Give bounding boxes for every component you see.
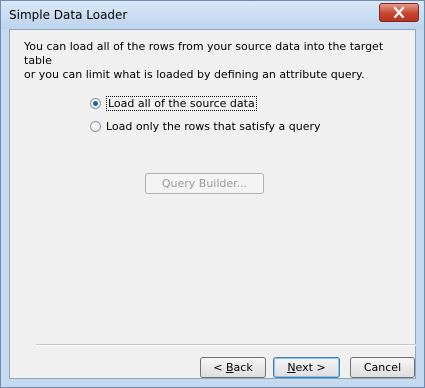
next-button[interactable]: Next > [273, 357, 340, 378]
back-mnemonic: B [226, 361, 234, 374]
radio-load-all[interactable] [90, 97, 101, 109]
intro-line-1: You can load all of the rows from your s… [24, 40, 384, 67]
back-prefix: < [213, 361, 226, 374]
option-load-query[interactable]: Load only the rows that satisfy a query [90, 118, 321, 134]
title-bar[interactable]: Simple Data Loader [1, 1, 424, 29]
option-load-query-label: Load only the rows that satisfy a query [106, 119, 321, 133]
back-rest: ack [233, 361, 253, 374]
footer-separator [36, 344, 416, 346]
window-title: Simple Data Loader [9, 8, 128, 22]
query-builder-button[interactable]: Query Builder... [145, 173, 264, 194]
next-rest: ext > [295, 361, 326, 374]
radio-load-query[interactable] [90, 120, 101, 132]
next-mnemonic: N [287, 361, 296, 374]
intro-text: You can load all of the rows from your s… [24, 40, 394, 82]
close-x-icon [393, 7, 405, 18]
option-load-all-label: Load all of the source data [106, 95, 257, 111]
cancel-button[interactable]: Cancel [350, 357, 415, 378]
intro-line-2: or you can limit what is loaded by defin… [24, 68, 365, 81]
back-button[interactable]: < Back [200, 357, 266, 378]
close-button[interactable] [379, 3, 419, 22]
option-load-all[interactable]: Load all of the source data [90, 95, 257, 111]
